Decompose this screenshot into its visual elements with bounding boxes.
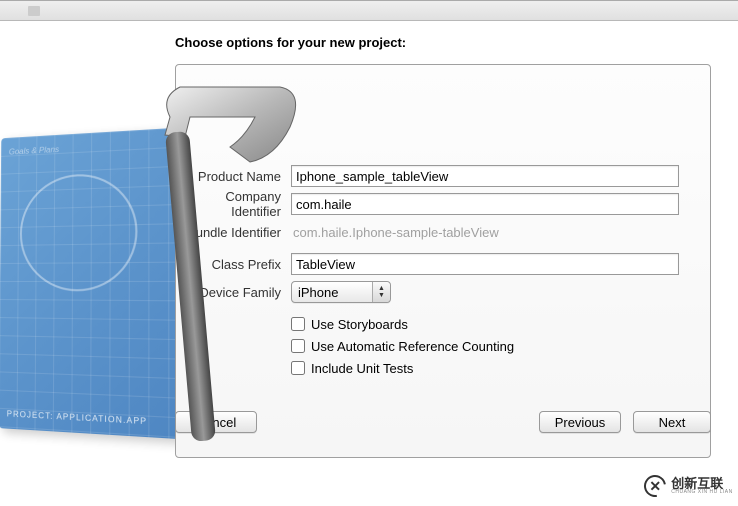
- dialog-heading: Choose options for your new project:: [175, 35, 711, 50]
- device-family-value: iPhone: [298, 285, 338, 300]
- button-bar: Cancel Previous Next: [175, 411, 711, 433]
- dialog-main-area: Goals & Plans PROJECT: APPLICATION.APP: [0, 21, 738, 453]
- watermark-en-text: CHUANG XIN HU LIAN: [671, 490, 733, 495]
- company-identifier-input[interactable]: [291, 193, 679, 215]
- window-titlebar-strip: [0, 1, 738, 21]
- device-family-select[interactable]: iPhone ▲▼: [291, 281, 391, 303]
- product-name-input[interactable]: [291, 165, 679, 187]
- bundle-identifier-row: Bundle Identifier com.haile.Iphone-sampl…: [176, 221, 710, 243]
- class-prefix-input[interactable]: [291, 253, 679, 275]
- button-bar-right: Previous Next: [539, 411, 711, 433]
- device-family-label: Device Family: [176, 285, 291, 300]
- use-arc-checkbox[interactable]: [291, 339, 305, 353]
- bundle-identifier-value: com.haile.Iphone-sample-tableView: [291, 225, 499, 240]
- include-unit-tests-row: Include Unit Tests: [291, 359, 710, 377]
- class-prefix-row: Class Prefix: [176, 253, 710, 275]
- use-arc-row: Use Automatic Reference Counting: [291, 337, 710, 355]
- previous-button[interactable]: Previous: [539, 411, 621, 433]
- use-storyboards-label: Use Storyboards: [311, 317, 408, 332]
- content-panel: Choose options for your new project: Pro…: [175, 35, 711, 458]
- include-unit-tests-label: Include Unit Tests: [311, 361, 413, 376]
- watermark-x-icon: ✕: [649, 478, 661, 495]
- product-name-label: Product Name: [176, 169, 291, 184]
- company-identifier-label: Company Identifier: [176, 189, 291, 219]
- use-storyboards-checkbox[interactable]: [291, 317, 305, 331]
- watermark-logo: ✕ 创新互联 CHUANG XIN HU LIAN: [643, 474, 733, 498]
- new-project-options-dialog: Goals & Plans PROJECT: APPLICATION.APP: [0, 0, 738, 506]
- device-family-row: Device Family iPhone ▲▼: [176, 281, 710, 303]
- select-arrows-icon: ▲▼: [372, 282, 390, 302]
- titlebar-icon: [28, 6, 40, 16]
- use-arc-label: Use Automatic Reference Counting: [311, 339, 514, 354]
- cancel-button[interactable]: Cancel: [175, 411, 257, 433]
- blueprint-bottom-text: PROJECT: APPLICATION.APP: [7, 409, 148, 426]
- bundle-identifier-label: Bundle Identifier: [176, 225, 291, 240]
- sidebar-artwork: Goals & Plans PROJECT: APPLICATION.APP: [0, 67, 175, 487]
- class-prefix-label: Class Prefix: [176, 257, 291, 272]
- use-storyboards-row: Use Storyboards: [291, 315, 710, 333]
- form-container: Product Name Company Identifier Bundle I…: [175, 64, 711, 458]
- blueprint-graphic: Goals & Plans PROJECT: APPLICATION.APP: [0, 127, 183, 439]
- watermark: ✕ 创新互联 CHUANG XIN HU LIAN: [638, 466, 738, 506]
- blueprint-top-text: Goals & Plans: [9, 145, 59, 157]
- company-identifier-row: Company Identifier: [176, 193, 710, 215]
- product-name-row: Product Name: [176, 165, 710, 187]
- include-unit-tests-checkbox[interactable]: [291, 361, 305, 375]
- next-button[interactable]: Next: [633, 411, 711, 433]
